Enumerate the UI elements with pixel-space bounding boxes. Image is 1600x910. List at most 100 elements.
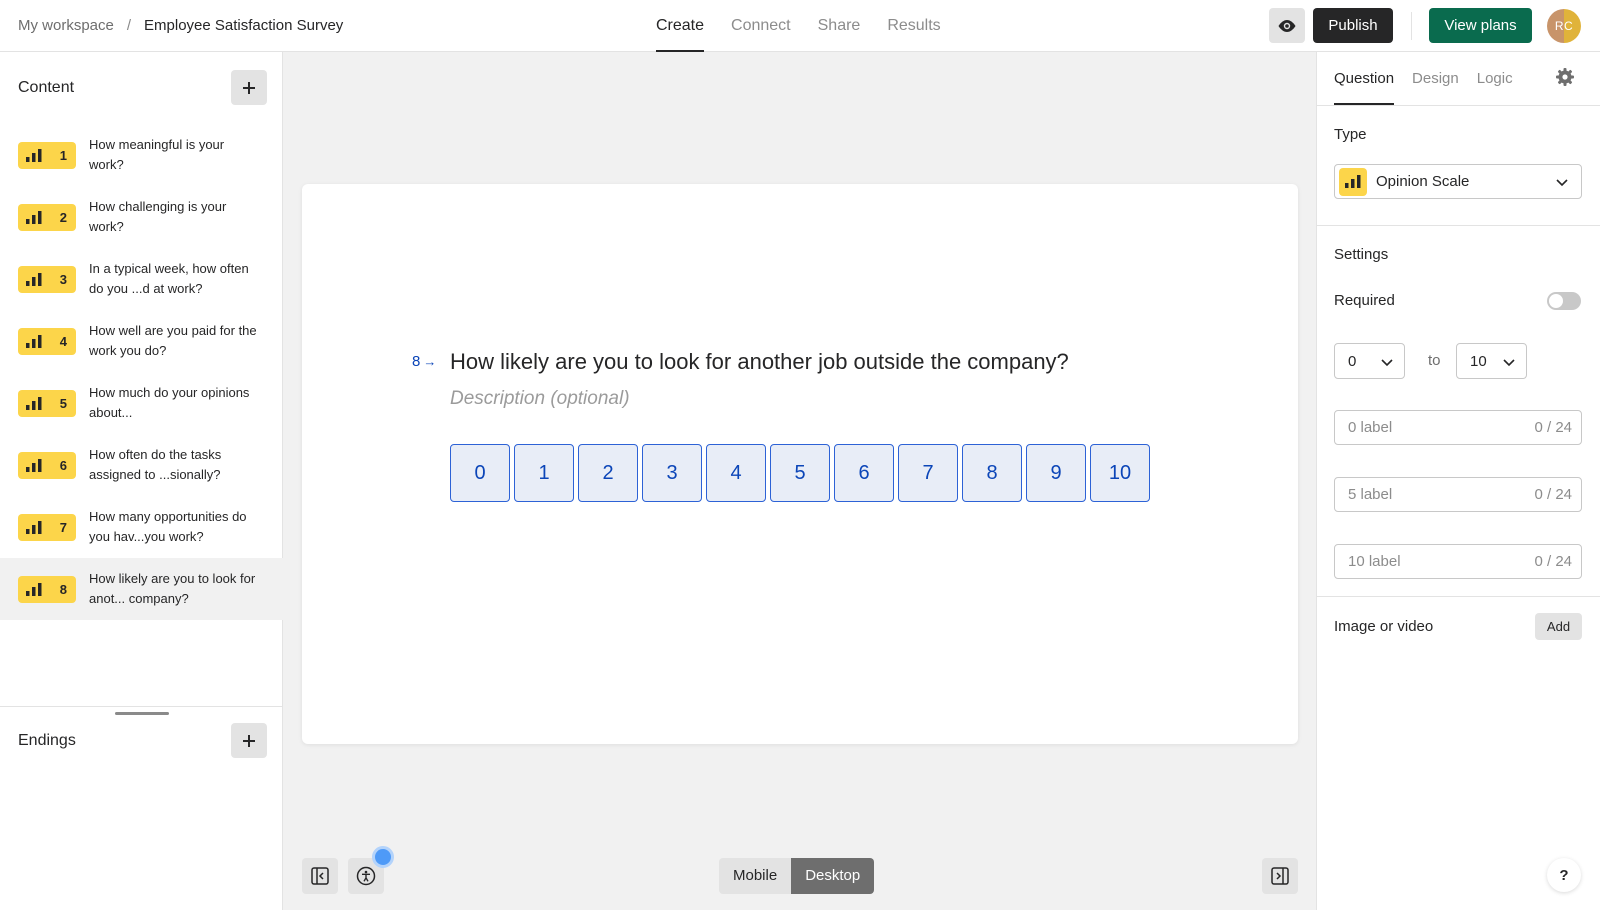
range-to-select[interactable]: 10	[1456, 343, 1527, 379]
add-content-button[interactable]	[231, 70, 267, 105]
question-item-6[interactable]: 6 How often do the tasks assigned to ...…	[0, 434, 283, 496]
label-field-10: 0 / 24	[1334, 544, 1582, 579]
header-divider	[1411, 12, 1412, 40]
panel-tabs-divider	[1317, 105, 1600, 106]
breadcrumb: My workspace / Employee Satisfaction Sur…	[18, 17, 343, 34]
section-divider	[1317, 225, 1600, 226]
chevron-down-icon	[1503, 359, 1515, 367]
tab-share[interactable]: Share	[818, 0, 861, 52]
main-nav: Create Connect Share Results	[656, 0, 941, 52]
question-number: 7	[59, 519, 67, 535]
question-badge: 8	[18, 575, 76, 603]
label-input-5[interactable]	[1348, 486, 1535, 503]
question-badge: 4	[18, 327, 76, 355]
question-description[interactable]: Description (optional)	[450, 388, 630, 410]
add-media-button[interactable]: Add	[1535, 613, 1582, 640]
avatar[interactable]: RC	[1547, 9, 1581, 43]
opinion-scale: 0 1 2 3 4 5 6 7 8 9 10	[450, 444, 1150, 502]
collapse-left-button[interactable]	[302, 858, 338, 894]
scale-option[interactable]: 7	[898, 444, 958, 502]
question-text: How likely are you to look for anot... c…	[89, 571, 256, 606]
scale-option[interactable]: 6	[834, 444, 894, 502]
question-badge: 2	[18, 203, 76, 231]
publish-button[interactable]: Publish	[1313, 8, 1393, 43]
collapse-right-button[interactable]	[1262, 858, 1298, 894]
range-to-value: 10	[1470, 352, 1487, 370]
form-title[interactable]: Employee Satisfaction Survey	[144, 17, 343, 34]
question-item-3[interactable]: 3 In a typical week, how often do you ..…	[0, 248, 283, 310]
question-text: How meaningful is your work?	[89, 137, 225, 172]
scale-option[interactable]: 9	[1026, 444, 1086, 502]
content-title: Content	[18, 79, 75, 96]
opinion-scale-icon	[26, 520, 42, 534]
add-ending-button[interactable]	[231, 723, 267, 758]
question-item-1[interactable]: 1 How meaningful is your work?	[0, 124, 283, 186]
tab-create[interactable]: Create	[656, 0, 705, 52]
opinion-scale-icon	[1345, 175, 1361, 188]
section-divider	[1317, 596, 1600, 597]
question-item-4[interactable]: 4 How well are you paid for the work you…	[0, 310, 283, 372]
chevron-down-icon	[1381, 359, 1393, 367]
question-title[interactable]: How likely are you to look for another j…	[450, 349, 1069, 375]
question-text: How well are you paid for the work you d…	[89, 323, 257, 358]
chevron-down-icon	[1556, 179, 1568, 187]
opinion-scale-icon	[26, 582, 42, 596]
tab-connect[interactable]: Connect	[731, 0, 791, 52]
opinion-scale-icon	[26, 396, 42, 410]
accessibility-icon	[356, 866, 376, 886]
question-number: 5	[59, 395, 67, 411]
scale-option[interactable]: 10	[1090, 444, 1150, 502]
label-char-count: 0 / 24	[1534, 486, 1572, 503]
question-item-2[interactable]: 2 How challenging is your work?	[0, 186, 283, 248]
media-label: Image or video	[1334, 618, 1434, 635]
view-plans-button[interactable]: View plans	[1429, 8, 1532, 43]
device-mobile[interactable]: Mobile	[719, 858, 792, 894]
range-from-value: 0	[1348, 352, 1357, 370]
question-text: In a typical week, how often do you ...d…	[89, 261, 249, 296]
scale-option[interactable]: 1	[514, 444, 574, 502]
eye-icon	[1278, 19, 1296, 32]
question-list: 1 How meaningful is your work? 2 How cha…	[0, 124, 283, 620]
label-char-count: 0 / 24	[1534, 419, 1572, 436]
question-text: How much do your opinions about...	[89, 385, 250, 420]
question-type-select[interactable]: Opinion Scale	[1334, 164, 1582, 199]
resize-handle[interactable]	[115, 712, 169, 715]
question-number: 4	[59, 333, 67, 349]
scale-option[interactable]: 5	[770, 444, 830, 502]
toggle-knob	[1549, 294, 1563, 308]
label-input-10[interactable]	[1348, 553, 1535, 570]
scale-option[interactable]: 0	[450, 444, 510, 502]
type-icon-badge	[1339, 167, 1367, 196]
opinion-scale-icon	[26, 210, 42, 224]
plus-icon	[243, 734, 255, 747]
label-char-count: 0 / 24	[1534, 553, 1572, 570]
breadcrumb-workspace[interactable]: My workspace	[18, 17, 114, 34]
scale-option[interactable]: 4	[706, 444, 766, 502]
scale-option[interactable]: 3	[642, 444, 702, 502]
required-toggle[interactable]	[1547, 292, 1581, 310]
preview-button[interactable]	[1269, 8, 1305, 43]
gear-icon[interactable]	[1555, 67, 1575, 87]
scale-option[interactable]: 8	[962, 444, 1022, 502]
top-bar: My workspace / Employee Satisfaction Sur…	[0, 0, 1600, 52]
help-button[interactable]: ?	[1547, 858, 1581, 892]
range-from-select[interactable]: 0	[1334, 343, 1405, 379]
opinion-scale-icon	[26, 334, 42, 348]
question-number-label: 8 →	[412, 353, 436, 370]
opinion-scale-icon	[26, 148, 42, 162]
device-desktop[interactable]: Desktop	[791, 858, 875, 894]
scale-option[interactable]: 2	[578, 444, 638, 502]
required-label: Required	[1334, 292, 1395, 309]
breadcrumb-separator: /	[126, 17, 132, 34]
tab-question[interactable]: Question	[1334, 52, 1395, 105]
content-sidebar: Content 1 How meaningful is your work? 2…	[0, 52, 283, 910]
collapse-right-panel-icon	[1271, 867, 1289, 885]
tab-design[interactable]: Design	[1412, 52, 1459, 105]
tab-logic[interactable]: Logic	[1477, 52, 1513, 105]
question-item-8[interactable]: 8 How likely are you to look for anot...…	[0, 558, 283, 620]
label-input-0[interactable]	[1348, 419, 1535, 436]
question-item-5[interactable]: 5 How much do your opinions about...	[0, 372, 283, 434]
question-badge: 5	[18, 389, 76, 417]
tab-results[interactable]: Results	[887, 0, 940, 52]
question-item-7[interactable]: 7 How many opportunities do you hav...yo…	[0, 496, 283, 558]
